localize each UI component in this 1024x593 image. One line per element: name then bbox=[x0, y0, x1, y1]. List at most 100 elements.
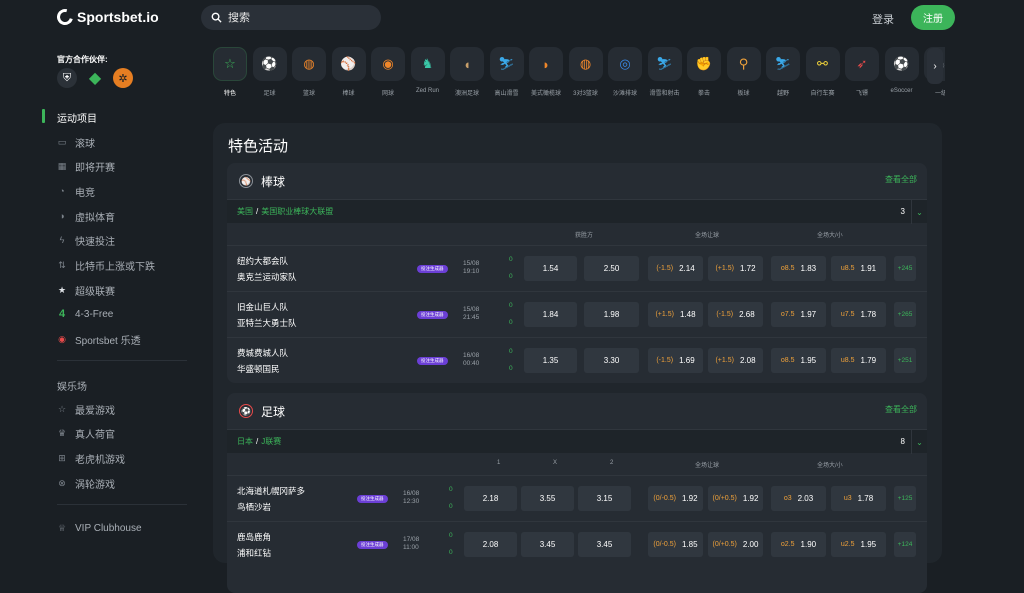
bet-builder-badge[interactable]: 投注生成器 bbox=[417, 311, 448, 319]
league-bar[interactable]: 日本 / J联赛 8 ⌄ bbox=[227, 429, 927, 454]
sidebar-item-live-dealer[interactable]: ♛ 真人荷官 bbox=[57, 426, 115, 441]
total-under[interactable]: u3 1.78 bbox=[831, 486, 886, 511]
handicap-away[interactable]: (+1.5) 1.72 bbox=[708, 256, 763, 281]
sidebar-item-quickbet[interactable]: ϟ 快速投注 bbox=[57, 233, 115, 248]
sidebar-item-upcoming[interactable]: ▦ 即将开赛 bbox=[57, 159, 115, 174]
total-under[interactable]: u2.5 1.95 bbox=[831, 532, 886, 557]
league-country[interactable]: 日本 bbox=[237, 436, 253, 447]
bet-builder-badge[interactable]: 投注生成器 bbox=[357, 495, 388, 503]
chevron-down-icon[interactable]: ⌄ bbox=[911, 200, 927, 224]
partner-shield-icon[interactable]: ◆ bbox=[85, 68, 105, 88]
odds-away[interactable]: 1.98 bbox=[584, 302, 639, 327]
league-country[interactable]: 美国 bbox=[237, 206, 253, 217]
odds-home[interactable]: 1.54 bbox=[524, 256, 577, 281]
category-14[interactable]: ⛷ 越野 bbox=[764, 47, 802, 97]
odds-home[interactable]: 1.84 bbox=[524, 302, 577, 327]
category-0[interactable]: ☆ 特色 bbox=[211, 47, 249, 97]
category-13[interactable]: ⚲ 板球 bbox=[725, 47, 763, 97]
sidebar-item-esports[interactable]: ◔ 电竞 bbox=[57, 184, 95, 199]
match-row[interactable]: 纽约大都会队 奥克兰运动家队 投注生成器 15/08 19:10 0 0 1.54 2.50 (-… bbox=[227, 245, 927, 291]
odds-home[interactable]: 1.35 bbox=[524, 348, 577, 373]
casino-section-title[interactable]: 娱乐场 bbox=[57, 378, 87, 393]
bet-builder-badge[interactable]: 投注生成器 bbox=[417, 265, 448, 273]
odds-home[interactable]: 2.18 bbox=[464, 486, 517, 511]
league-bar[interactable]: 美国 / 美国职业棒球大联盟 3 ⌄ bbox=[227, 199, 927, 224]
more-markets-button[interactable]: +251 bbox=[894, 348, 916, 373]
brand-logo[interactable]: Sportsbet.io bbox=[54, 6, 159, 28]
handicap-home[interactable]: (0/-0.5) 1.85 bbox=[648, 532, 703, 557]
more-markets-button[interactable]: +125 bbox=[894, 486, 916, 511]
odds-draw[interactable]: 3.45 bbox=[521, 532, 574, 557]
sidebar-item-virtual[interactable]: ◑ 虚拟体育 bbox=[57, 209, 115, 224]
sidebar-item-lottery[interactable]: ◉ Sportsbet 乐透 bbox=[57, 332, 141, 347]
category-16[interactable]: ➶ 飞镖 bbox=[843, 47, 881, 97]
total-over[interactable]: o8.5 1.95 bbox=[771, 348, 826, 373]
match-row[interactable]: 旧金山巨人队 亚特兰大勇士队 投注生成器 15/08 21:45 0 0 1.84 1.98 (+… bbox=[227, 291, 927, 337]
league-name[interactable]: J联赛 bbox=[261, 436, 281, 447]
total-over[interactable]: o7.5 1.97 bbox=[771, 302, 826, 327]
chevron-down-icon[interactable]: ⌄ bbox=[911, 430, 927, 454]
category-5[interactable]: ♞ Zed Run bbox=[409, 47, 447, 94]
basketball-partner-icon[interactable]: ✲ bbox=[113, 68, 133, 88]
category-17[interactable]: ⚽ eSoccer bbox=[883, 47, 921, 94]
newcastle-logo-icon[interactable]: ⛨ bbox=[57, 68, 77, 88]
total-under[interactable]: u8.5 1.79 bbox=[831, 348, 886, 373]
category-6[interactable]: ◖ 澳洲足球 bbox=[448, 47, 486, 97]
handicap-away[interactable]: (0/+0.5) 1.92 bbox=[708, 486, 763, 511]
odds-draw[interactable]: 3.55 bbox=[521, 486, 574, 511]
total-under[interactable]: u7.5 1.78 bbox=[831, 302, 886, 327]
match-row[interactable]: 鹿岛鹿角 浦和红钻 投注生成器 17/08 11:00 0 0 2.08 3.45 3.45 (0/… bbox=[227, 521, 927, 567]
category-15[interactable]: ⚯ 自行车赛 bbox=[804, 47, 842, 97]
sidebar-item-turbo[interactable]: ⊗ 涡轮游戏 bbox=[57, 476, 115, 491]
odds-home[interactable]: 2.08 bbox=[464, 532, 517, 557]
handicap-away[interactable]: (0/+0.5) 2.00 bbox=[708, 532, 763, 557]
more-markets-button[interactable]: +124 bbox=[894, 532, 916, 557]
total-under[interactable]: u8.5 1.91 bbox=[831, 256, 886, 281]
match-row[interactable]: 费城费城人队 华盛顿国民 投注生成器 16/08 00:40 0 0 1.35 3.30 (-1.… bbox=[227, 337, 927, 383]
handicap-away[interactable]: (+1.5) 2.08 bbox=[708, 348, 763, 373]
bet-builder-badge[interactable]: 投注生成器 bbox=[417, 357, 448, 365]
category-1[interactable]: ⚽ 足球 bbox=[251, 47, 289, 97]
total-over[interactable]: o8.5 1.83 bbox=[771, 256, 826, 281]
total-over[interactable]: o2.5 1.90 bbox=[771, 532, 826, 557]
bet-builder-badge[interactable]: 投注生成器 bbox=[357, 541, 388, 549]
sidebar-item-super-league[interactable]: ★ 超级联赛 bbox=[57, 283, 115, 298]
search-box[interactable] bbox=[201, 5, 381, 30]
match-row[interactable]: 北海道札幌冈萨多 鸟栖沙岩 投注生成器 16/08 12:30 0 0 2.18 3.55 3.1… bbox=[227, 475, 927, 521]
more-markets-button[interactable]: +245 bbox=[894, 256, 916, 281]
category-3[interactable]: ⚾ 棒球 bbox=[330, 47, 368, 97]
handicap-away[interactable]: (-1.5) 2.68 bbox=[708, 302, 763, 327]
handicap-home[interactable]: (-1.5) 1.69 bbox=[648, 348, 703, 373]
category-12[interactable]: ✊ 拳击 bbox=[685, 47, 723, 97]
sidebar-item-slots[interactable]: ⊞ 老虎机游戏 bbox=[57, 451, 125, 466]
sidebar-item-vip[interactable]: ♕ VIP Clubhouse bbox=[57, 521, 142, 535]
login-link[interactable]: 登录 bbox=[872, 11, 894, 27]
odds-away[interactable]: 3.30 bbox=[584, 348, 639, 373]
odds-away[interactable]: 3.45 bbox=[578, 532, 631, 557]
category-4[interactable]: ◉ 网球 bbox=[369, 47, 407, 97]
sports-section-title[interactable]: 运动项目 bbox=[57, 110, 97, 125]
sidebar-item-favorites[interactable]: ☆ 最爱游戏 bbox=[57, 402, 115, 417]
category-9[interactable]: ◍ 3对3篮球 bbox=[567, 47, 605, 97]
category-10[interactable]: ◎ 沙滩排球 bbox=[606, 47, 644, 97]
category-8[interactable]: ◗ 美式橄榄球 bbox=[527, 47, 565, 97]
category-11[interactable]: ⛷ 滑雪和射击 bbox=[646, 47, 684, 97]
category-7[interactable]: ⛷ 高山滑雪 bbox=[488, 47, 526, 97]
view-all-link[interactable]: 查看全部 bbox=[885, 404, 917, 415]
sidebar-item-bitcoin-updown[interactable]: ⇅ 比特币上涨或下跌 bbox=[57, 258, 155, 273]
view-all-link[interactable]: 查看全部 bbox=[885, 174, 917, 185]
category-2[interactable]: ◍ 篮球 bbox=[290, 47, 328, 97]
odds-away[interactable]: 3.15 bbox=[578, 486, 631, 511]
league-name[interactable]: 美国职业棒球大联盟 bbox=[261, 206, 333, 217]
odds-away[interactable]: 2.50 bbox=[584, 256, 639, 281]
total-over[interactable]: o3 2.03 bbox=[771, 486, 826, 511]
handicap-home[interactable]: (-1.5) 2.14 bbox=[648, 256, 703, 281]
scroll-right-arrow-icon[interactable]: › bbox=[927, 48, 943, 84]
more-markets-button[interactable]: +265 bbox=[894, 302, 916, 327]
sidebar-item-live[interactable]: ▭ 滚球 bbox=[57, 135, 95, 150]
handicap-home[interactable]: (+1.5) 1.48 bbox=[648, 302, 703, 327]
sidebar-item-4-3-free[interactable]: 4 4-3-Free bbox=[57, 307, 113, 321]
search-input[interactable] bbox=[228, 11, 358, 24]
handicap-home[interactable]: (0/-0.5) 1.92 bbox=[648, 486, 703, 511]
register-button[interactable]: 注册 bbox=[911, 5, 955, 30]
